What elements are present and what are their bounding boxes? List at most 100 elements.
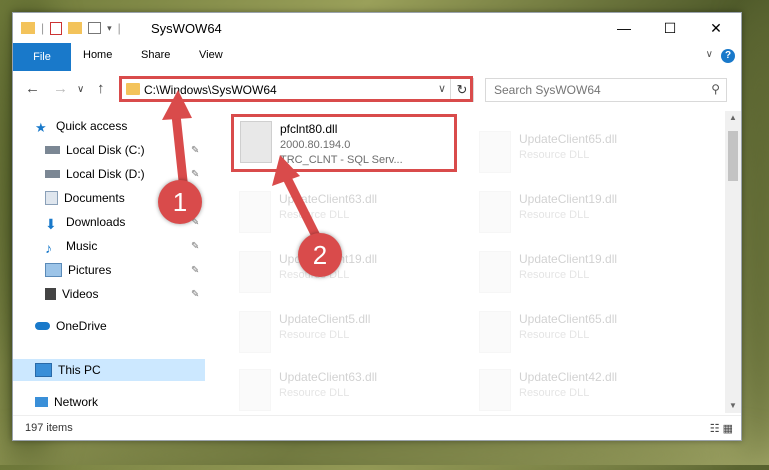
sidebar-item-network[interactable]: Network [35, 391, 98, 413]
sidebar-item-documents[interactable]: Documents [45, 187, 125, 209]
sidebar-item-music[interactable]: ♪ Music [45, 235, 97, 257]
callout-1: 1 [158, 180, 202, 224]
minimize-button[interactable]: — [601, 13, 647, 43]
tab-home[interactable]: Home [83, 49, 112, 61]
pin-icon[interactable]: ✎ [191, 169, 199, 180]
sidebar-item-pictures[interactable]: Pictures [45, 259, 111, 281]
sidebar-item-this-pc[interactable]: This PC [13, 359, 205, 381]
file-description: TRC_CLNT - SQL Serv... [280, 154, 403, 166]
sidebar-item-videos[interactable]: Videos [45, 283, 98, 305]
status-bar: 197 items ☷ ▦ [13, 415, 741, 440]
sidebar-item-label: Network [54, 395, 99, 409]
pin-icon[interactable]: ✎ [191, 289, 199, 300]
up-icon[interactable]: ↑ [97, 80, 105, 97]
separator: | [117, 21, 121, 35]
file-tile[interactable]: UpdateClient63.dll Resource DLL [235, 187, 475, 243]
dll-file-icon [479, 311, 511, 353]
scroll-up-icon[interactable]: ▲ [729, 113, 737, 122]
file-tile-pfclnt80[interactable]: pfclnt80.dll 2000.80.194.0 TRC_CLNT - SQ… [236, 117, 456, 173]
file-description: Resource DLL [279, 387, 350, 399]
dll-file-icon [239, 369, 271, 411]
dll-file-icon [239, 191, 271, 233]
view-toggle-icons[interactable]: ☷ ▦ [710, 422, 733, 435]
music-icon: ♪ [45, 240, 52, 256]
pictures-icon [45, 263, 62, 277]
separator: | [41, 21, 45, 35]
close-button[interactable]: ✕ [693, 13, 739, 43]
file-name: UpdateClient63.dll [279, 370, 378, 384]
star-icon: ★ [35, 120, 47, 135]
window-title: SysWOW64 [151, 21, 222, 36]
file-tile[interactable]: UpdateClient65.dll Resource DLL [475, 127, 715, 183]
videos-icon [45, 288, 56, 300]
sidebar-item-label: Quick access [56, 119, 128, 133]
quick-access-toolbar: | ▾ | [21, 21, 121, 35]
dll-file-icon [479, 369, 511, 411]
pin-icon[interactable]: ✎ [191, 145, 199, 156]
scroll-thumb[interactable] [728, 131, 738, 181]
file-name: UpdateClient19.dll [519, 192, 618, 206]
address-highlight-box [119, 76, 473, 102]
sidebar-item-label: Pictures [68, 263, 112, 277]
drive-icon [45, 170, 60, 178]
file-tile[interactable]: UpdateClient63.dll Resource DLL [235, 365, 475, 411]
file-name: UpdateClient19.dll [519, 252, 618, 266]
file-tile[interactable]: UpdateClient42.dll Resource DLL [475, 365, 715, 411]
sidebar-item-onedrive[interactable]: OneDrive [35, 315, 107, 337]
back-icon[interactable]: ← [25, 80, 40, 97]
file-tile[interactable]: UpdateClient19.dll Resource DLL [235, 247, 475, 303]
file-tile[interactable]: UpdateClient65.dll Resource DLL [475, 307, 715, 363]
tab-file[interactable]: File [13, 43, 71, 71]
network-icon [35, 397, 48, 407]
callout-2: 2 [298, 233, 342, 277]
search-box[interactable]: ⚲ [485, 78, 727, 102]
file-name: UpdateClient63.dll [279, 192, 378, 206]
recent-locations-icon[interactable]: ∨ [77, 84, 84, 95]
file-tile[interactable]: UpdateClient5.dll Resource DLL [235, 307, 475, 363]
dll-file-icon [479, 191, 511, 233]
onedrive-icon [35, 322, 50, 330]
file-description: Resource DLL [279, 209, 350, 221]
sidebar-item-local-disk-d[interactable]: Local Disk (D:) [45, 163, 145, 185]
expand-ribbon-icon[interactable]: ∨ [706, 49, 713, 60]
chevron-down-icon[interactable]: ▾ [107, 23, 112, 34]
navigation-pane: ★ Quick access Local Disk (C:) ✎ Local D… [13, 111, 206, 411]
navigation-bar: ← → ∨ ↑ C:\Windows\SysWOW64 ∨ ↻ ⚲ [13, 71, 741, 109]
search-input[interactable] [492, 82, 696, 98]
sidebar-item-quick-access[interactable]: ★ Quick access [35, 115, 127, 137]
dll-file-icon [479, 131, 511, 173]
new-folder-icon[interactable] [68, 22, 83, 34]
tab-share[interactable]: Share [141, 49, 170, 61]
dll-file-icon [239, 251, 271, 293]
file-name: UpdateClient65.dll [519, 132, 618, 146]
sidebar-item-label: Music [66, 239, 98, 253]
customize-toolbar-icon[interactable] [88, 22, 102, 34]
sidebar-item-label: Downloads [66, 215, 126, 229]
drive-icon [45, 146, 60, 154]
folder-icon[interactable] [21, 22, 35, 34]
file-tile-highlighted[interactable]: pfclnt80.dll 2000.80.194.0 TRC_CLNT - SQ… [231, 114, 457, 172]
vertical-scrollbar[interactable]: ▲ ▼ [725, 111, 741, 413]
file-description: Resource DLL [519, 387, 590, 399]
maximize-button[interactable]: ☐ [647, 13, 693, 43]
scroll-down-icon[interactable]: ▼ [729, 401, 737, 410]
tab-view[interactable]: View [199, 49, 223, 61]
sidebar-item-label: This PC [58, 363, 101, 377]
pin-icon[interactable]: ✎ [191, 265, 199, 276]
file-tile[interactable]: UpdateClient19.dll Resource DLL [475, 187, 715, 243]
sidebar-item-label: OneDrive [56, 319, 107, 333]
file-tile[interactable]: UpdateClient19.dll Resource DLL [475, 247, 715, 303]
file-name: UpdateClient65.dll [519, 312, 618, 326]
sidebar-item-downloads[interactable]: ⬇ Downloads [45, 211, 125, 233]
file-version: 2000.80.194.0 [280, 139, 351, 151]
dll-file-icon [240, 121, 272, 163]
forward-icon[interactable]: → [53, 80, 68, 97]
search-icon[interactable]: ⚲ [711, 82, 720, 96]
properties-icon[interactable] [50, 21, 63, 35]
file-description: Resource DLL [279, 329, 350, 341]
computer-icon [35, 363, 52, 377]
help-icon[interactable]: ? [721, 49, 735, 63]
pin-icon[interactable]: ✎ [191, 241, 199, 252]
documents-icon [45, 191, 58, 205]
sidebar-item-local-disk-c[interactable]: Local Disk (C:) [45, 139, 145, 161]
